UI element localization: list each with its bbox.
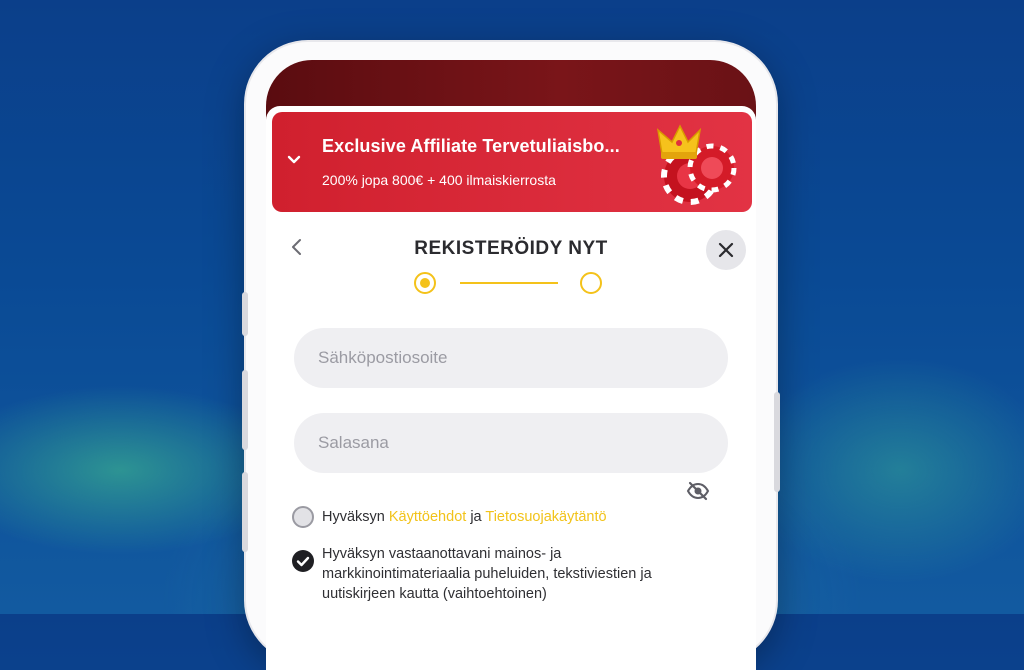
- terms-joiner: ja: [466, 509, 486, 525]
- bonus-title: Exclusive Affiliate Tervetuliaisbo...: [322, 136, 620, 156]
- chevron-down-icon[interactable]: [284, 150, 304, 170]
- step-connector: [460, 282, 558, 284]
- step-1-indicator: [414, 272, 436, 294]
- phone-frame: Exclusive Affiliate Tervetuliaisbo... 20…: [242, 42, 780, 670]
- casino-chips-crown-icon: [656, 124, 737, 205]
- registration-sheet: Exclusive Affiliate Tervetuliaisbo... 20…: [266, 106, 756, 670]
- phone-side-button: [242, 292, 248, 336]
- close-button[interactable]: [706, 230, 746, 270]
- phone-volume-down-button: [242, 472, 248, 552]
- bonus-banner[interactable]: Exclusive Affiliate Tervetuliaisbo... 20…: [272, 112, 752, 212]
- step-indicator: [414, 272, 608, 296]
- eye-off-icon[interactable]: [686, 479, 710, 503]
- registration-header: REKISTERÖIDY NYT: [266, 224, 756, 274]
- terms-link[interactable]: Käyttöehdot: [389, 509, 466, 525]
- page-title: REKISTERÖIDY NYT: [414, 238, 608, 259]
- email-input[interactable]: [294, 328, 728, 388]
- marketing-consent: Hyväksyn vastaanottavani mainos- ja mark…: [292, 544, 732, 614]
- close-icon: [718, 242, 734, 258]
- privacy-link[interactable]: Tietosuojakäytäntö: [485, 509, 606, 525]
- terms-prefix: Hyväksyn: [322, 509, 389, 525]
- terms-checkbox[interactable]: [292, 506, 314, 528]
- marketing-checkbox[interactable]: [292, 550, 314, 572]
- phone-power-button: [774, 392, 780, 492]
- terms-consent-text: Hyväksyn Käyttöehdot ja Tietosuojakäytän…: [322, 507, 607, 527]
- step-2-indicator: [580, 272, 602, 294]
- phone-volume-up-button: [242, 370, 248, 450]
- phone-screen: Exclusive Affiliate Tervetuliaisbo... 20…: [266, 60, 756, 670]
- marketing-consent-text: Hyväksyn vastaanottavani mainos- ja mark…: [322, 546, 652, 602]
- password-input[interactable]: [294, 413, 728, 473]
- bonus-subtitle: 200% jopa 800€ + 400 ilmaiskierrosta: [322, 172, 556, 188]
- terms-consent: Hyväksyn Käyttöehdot ja Tietosuojakäytän…: [292, 506, 732, 530]
